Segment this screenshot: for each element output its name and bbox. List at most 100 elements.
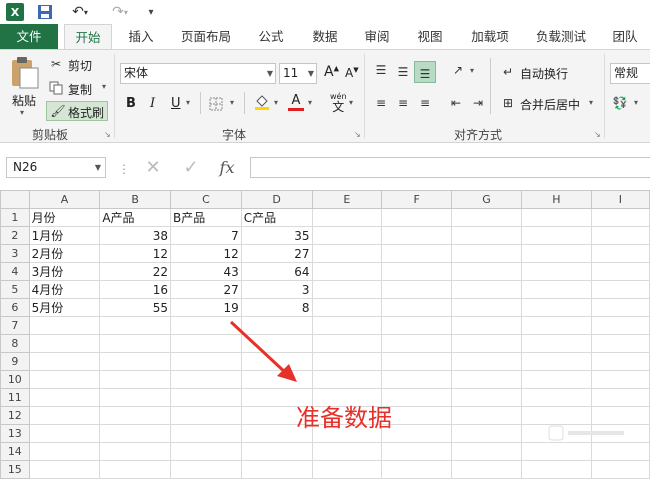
cell-D5[interactable]: 3 <box>240 280 313 299</box>
cell-B5[interactable]: 16 <box>99 280 172 299</box>
cell-D1[interactable]: C产品 <box>240 208 313 227</box>
align-center-icon[interactable]: ≡ <box>395 95 411 111</box>
tab-home[interactable]: 开始 <box>64 24 112 49</box>
cell-B14[interactable] <box>99 442 172 461</box>
tab-page-layout[interactable]: 页面布局 <box>172 24 240 49</box>
cell-H2[interactable] <box>520 226 592 245</box>
accounting-format-icon[interactable]: 💱 <box>612 95 628 111</box>
cell-E8[interactable] <box>311 334 383 353</box>
cell-D15[interactable] <box>240 460 313 479</box>
cell-E7[interactable] <box>311 316 383 335</box>
cell-A2[interactable]: 1月份 <box>28 226 101 245</box>
cell-C13[interactable] <box>170 424 242 443</box>
row-header[interactable]: 6 <box>0 298 30 317</box>
tab-review[interactable]: 审阅 <box>355 24 399 49</box>
cell-C12[interactable] <box>170 406 242 425</box>
cell-G1[interactable] <box>451 208 522 227</box>
cell-H10[interactable] <box>520 370 592 389</box>
cell-A14[interactable] <box>28 442 101 461</box>
merge-dropdown-icon[interactable]: ▾ <box>589 98 593 107</box>
cell-F14[interactable] <box>381 442 453 461</box>
cut-button[interactable]: 剪切 <box>68 57 92 74</box>
row-header[interactable]: 11 <box>0 388 30 407</box>
cell-B7[interactable] <box>99 316 172 335</box>
cell-F9[interactable] <box>381 352 453 371</box>
number-format-select[interactable]: 常规 <box>610 63 650 84</box>
cell-D14[interactable] <box>240 442 313 461</box>
enter-icon[interactable]: ✓ <box>178 157 204 178</box>
cell-G13[interactable] <box>451 424 522 443</box>
cell-B11[interactable] <box>99 388 172 407</box>
alignment-launcher-icon[interactable]: ↘ <box>594 130 601 139</box>
cell-F4[interactable] <box>381 262 453 281</box>
align-right-icon[interactable]: ≡ <box>417 95 433 111</box>
cell-I4[interactable] <box>590 262 650 281</box>
cell-C3[interactable]: 12 <box>170 244 242 263</box>
cell-I3[interactable] <box>590 244 650 263</box>
cell-H12[interactable] <box>520 406 592 425</box>
wrap-text-button[interactable]: 自动换行 <box>520 65 568 82</box>
cell-E1[interactable] <box>311 208 383 227</box>
column-header[interactable]: A <box>28 190 101 209</box>
column-header[interactable]: C <box>170 190 242 209</box>
cell-H11[interactable] <box>520 388 592 407</box>
copy-dropdown-icon[interactable]: ▾ <box>102 82 106 91</box>
row-header[interactable]: 3 <box>0 244 30 263</box>
cell-B12[interactable] <box>99 406 172 425</box>
cell-E5[interactable] <box>311 280 383 299</box>
cell-E10[interactable] <box>311 370 383 389</box>
cell-A10[interactable] <box>28 370 101 389</box>
cell-H6[interactable] <box>520 298 592 317</box>
formula-input[interactable] <box>250 157 650 178</box>
cell-B13[interactable] <box>99 424 172 443</box>
cell-C2[interactable]: 7 <box>170 226 242 245</box>
row-header[interactable]: 14 <box>0 442 30 461</box>
cell-A13[interactable] <box>28 424 101 443</box>
fill-color-dropdown-icon[interactable]: ▾ <box>274 98 278 107</box>
font-size-select[interactable]: 11 ▼ <box>279 63 317 84</box>
row-header[interactable]: 1 <box>0 208 30 227</box>
cell-I6[interactable] <box>590 298 650 317</box>
cell-F1[interactable] <box>381 208 453 227</box>
cell-F8[interactable] <box>381 334 453 353</box>
column-header[interactable]: I <box>590 190 650 209</box>
cell-E3[interactable] <box>311 244 383 263</box>
cell-C15[interactable] <box>170 460 242 479</box>
orientation-dropdown-icon[interactable]: ▾ <box>470 66 474 75</box>
cell-F5[interactable] <box>381 280 453 299</box>
cell-C1[interactable]: B产品 <box>170 208 242 227</box>
cell-D2[interactable]: 35 <box>240 226 313 245</box>
column-header[interactable]: E <box>311 190 383 209</box>
cell-G8[interactable] <box>451 334 522 353</box>
cell-C4[interactable]: 43 <box>170 262 242 281</box>
cell-I1[interactable] <box>590 208 650 227</box>
cell-I15[interactable] <box>590 460 650 479</box>
cell-A15[interactable] <box>28 460 101 479</box>
cell-I10[interactable] <box>590 370 650 389</box>
cell-F11[interactable] <box>381 388 453 407</box>
cell-D6[interactable]: 8 <box>240 298 313 317</box>
row-header[interactable]: 10 <box>0 370 30 389</box>
column-header[interactable]: H <box>520 190 592 209</box>
tab-load-test[interactable]: 负载测试 <box>528 24 594 49</box>
row-header[interactable]: 12 <box>0 406 30 425</box>
tab-file[interactable]: 文件 <box>0 24 58 49</box>
cell-A7[interactable] <box>28 316 101 335</box>
grow-font-button[interactable]: A▲ <box>324 64 339 80</box>
cell-A12[interactable] <box>28 406 101 425</box>
cell-H8[interactable] <box>520 334 592 353</box>
tab-addins[interactable]: 加载项 <box>462 24 518 49</box>
cell-I11[interactable] <box>590 388 650 407</box>
cancel-icon[interactable]: ✕ <box>140 157 166 178</box>
cell-A4[interactable]: 3月份 <box>28 262 101 281</box>
font-launcher-icon[interactable]: ↘ <box>354 130 361 139</box>
cell-I7[interactable] <box>590 316 650 335</box>
fill-color-icon[interactable] <box>254 94 270 110</box>
cell-H5[interactable] <box>520 280 592 299</box>
cell-G10[interactable] <box>451 370 522 389</box>
clipboard-launcher-icon[interactable]: ↘ <box>104 130 111 139</box>
tab-formulas[interactable]: 公式 <box>248 24 294 49</box>
cell-B1[interactable]: A产品 <box>99 208 172 227</box>
cell-E4[interactable] <box>311 262 383 281</box>
borders-icon[interactable] <box>208 96 224 112</box>
